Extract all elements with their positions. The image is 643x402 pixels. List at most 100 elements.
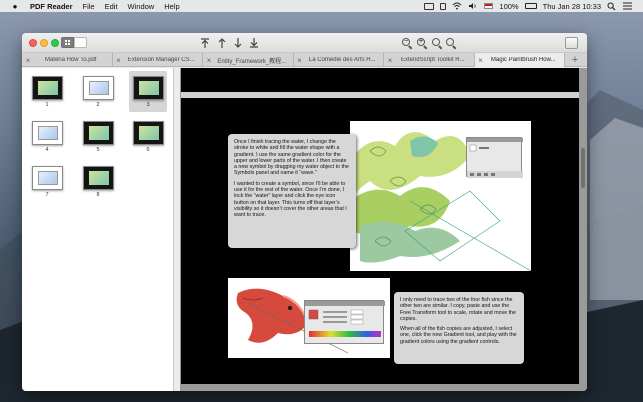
page-thumbnail[interactable]: 6 [131, 121, 165, 153]
pdf-page: Once I finish tracing the water, I chang… [181, 68, 579, 384]
tab-2[interactable]: × Extension Manager CS... [113, 53, 203, 67]
close-tab-icon[interactable]: × [22, 56, 34, 65]
tab-label: ExtendScript Toolkit R... [400, 57, 465, 63]
close-tab-icon[interactable]: × [113, 56, 125, 65]
thumbnail-artwork [138, 126, 159, 140]
thumbnail-sidebar[interactable]: 1 2 3 4 5 6 7 8 [22, 68, 174, 391]
caption-water-symbol: Once I finish tracing the water, I chang… [228, 134, 356, 248]
tab-6[interactable]: × Magic Paintbrush How... [474, 53, 565, 67]
tab-label: La Comedie des Arts H... [308, 57, 376, 63]
vertical-scrollbar[interactable] [581, 148, 585, 188]
tab-5[interactable]: × ExtendScript Toolkit R... [384, 53, 475, 67]
thumbnail-page-number: 3 [146, 102, 150, 108]
apple-menu-icon[interactable]: ● [9, 2, 21, 11]
thumbnail-page-number: 8 [96, 192, 100, 198]
thumbnail-image [82, 166, 114, 190]
close-tab-icon[interactable]: × [475, 56, 487, 65]
toolbar: − + [22, 33, 587, 53]
zoom-in-icon[interactable]: + [416, 37, 428, 50]
thumbnail-artwork [88, 171, 109, 185]
caption-2-paragraph-1: I only need to trace two of the four fis… [400, 297, 516, 322]
thumbnail-image [132, 76, 164, 100]
zoom-out-icon[interactable]: − [401, 37, 413, 50]
pdf-reader-window: − + × Materia How To.pdf × Extension Manage… [22, 33, 587, 391]
page-thumbnail[interactable]: 4 [30, 121, 64, 153]
wifi-icon[interactable] [452, 2, 462, 10]
notification-center-icon[interactable] [623, 2, 633, 10]
thumbnail-page-number: 7 [45, 192, 49, 198]
close-window-button[interactable] [29, 39, 37, 47]
thumbnail-page-number: 5 [96, 147, 100, 153]
gradient-panel-screenshot [304, 300, 385, 344]
menu-help[interactable]: Help [164, 2, 179, 11]
volume-icon[interactable] [468, 2, 478, 10]
battery-icon[interactable] [524, 3, 537, 9]
document-view[interactable]: Once I finish tracing the water, I chang… [180, 68, 587, 391]
close-tab-icon[interactable]: × [203, 56, 215, 65]
thumbnail-image [82, 121, 114, 145]
symbols-panel-screenshot [466, 137, 523, 178]
spotlight-search-icon[interactable] [607, 2, 617, 11]
page-thumbnail[interactable]: 5 [81, 121, 115, 153]
zoom-actual-icon[interactable] [445, 37, 457, 50]
go-to-first-icon[interactable] [199, 37, 211, 49]
thumbnail-view-button[interactable] [61, 37, 74, 48]
page-thumbnail[interactable]: 7 [30, 166, 64, 198]
page-down-icon[interactable] [232, 37, 244, 49]
thumbnail-image [132, 121, 164, 145]
go-to-last-icon[interactable] [248, 37, 260, 49]
thumbnail-image [82, 76, 114, 100]
thumbnail-artwork [138, 81, 159, 95]
menu-window[interactable]: Window [128, 2, 155, 11]
tab-bar: × Materia How To.pdf × Extension Manager CS… [22, 53, 587, 67]
zoom-fit-icon[interactable] [431, 37, 443, 50]
caption-1-paragraph-1: Once I finish tracing the water, I chang… [234, 139, 349, 177]
thumbnail-page-number: 4 [45, 147, 49, 153]
page-header-strip [181, 92, 579, 98]
thumbnail-image [31, 76, 63, 100]
page-up-icon[interactable] [216, 37, 228, 49]
thumbnail-page-number: 2 [96, 102, 100, 108]
caption-fish-gradient: I only need to trace two of the four fis… [394, 292, 524, 364]
thumbnail-artwork [88, 126, 109, 140]
page-thumbnail[interactable]: 8 [81, 166, 115, 198]
print-icon[interactable] [565, 37, 578, 49]
menu-file[interactable]: File [83, 2, 95, 11]
page-thumbnail[interactable]: 2 [81, 76, 115, 108]
page-thumbnail[interactable]: 1 [30, 76, 64, 108]
lock-icon[interactable] [440, 2, 447, 10]
close-tab-icon[interactable]: × [294, 56, 306, 65]
thumbnail-artwork [37, 171, 58, 185]
minimize-window-button[interactable] [40, 39, 48, 47]
battery-percent: 100% [499, 1, 519, 11]
thumbnail-page-number: 1 [45, 102, 49, 108]
thumbnail-page-number: 6 [146, 147, 150, 153]
app-status-icon[interactable] [424, 2, 435, 10]
clock[interactable]: Thu Jan 28 10:33 [543, 2, 601, 11]
page-thumbnail[interactable]: 3 [131, 76, 165, 108]
tab-3[interactable]: × Entity_Framework_教程... [203, 53, 294, 67]
menu-bar: ● PDF Reader File Edit Window Help 100% … [0, 0, 643, 12]
list-view-button[interactable] [74, 37, 87, 48]
thumbnail-artwork [37, 126, 58, 140]
tab-1[interactable]: × Materia How To.pdf [22, 53, 113, 67]
input-flag-icon[interactable] [484, 3, 494, 9]
zoom-in-symbol: + [418, 38, 424, 45]
tab-4[interactable]: × La Comedie des Arts H... [294, 53, 384, 67]
app-menu[interactable]: PDF Reader [30, 2, 73, 11]
wave-illustration [350, 121, 531, 271]
thumbnail-image [31, 166, 63, 190]
zoom-window-button[interactable] [51, 39, 59, 47]
thumbnail-artwork [37, 81, 58, 95]
tab-label: Entity_Framework_教程... [217, 58, 287, 65]
fish-illustration [228, 278, 390, 358]
new-tab-button[interactable]: + [565, 53, 585, 66]
zoom-out-symbol: − [403, 38, 409, 45]
thumbnail-artwork [88, 81, 109, 95]
menu-edit[interactable]: Edit [105, 2, 118, 11]
thumbnail-image [31, 121, 63, 145]
caption-2-paragraph-2: When all of the fish copies are adjusted… [400, 326, 517, 345]
tab-label: Materia How To.pdf [44, 57, 97, 63]
tab-label: Extension Manager CS... [127, 57, 195, 63]
close-tab-icon[interactable]: × [384, 56, 396, 65]
